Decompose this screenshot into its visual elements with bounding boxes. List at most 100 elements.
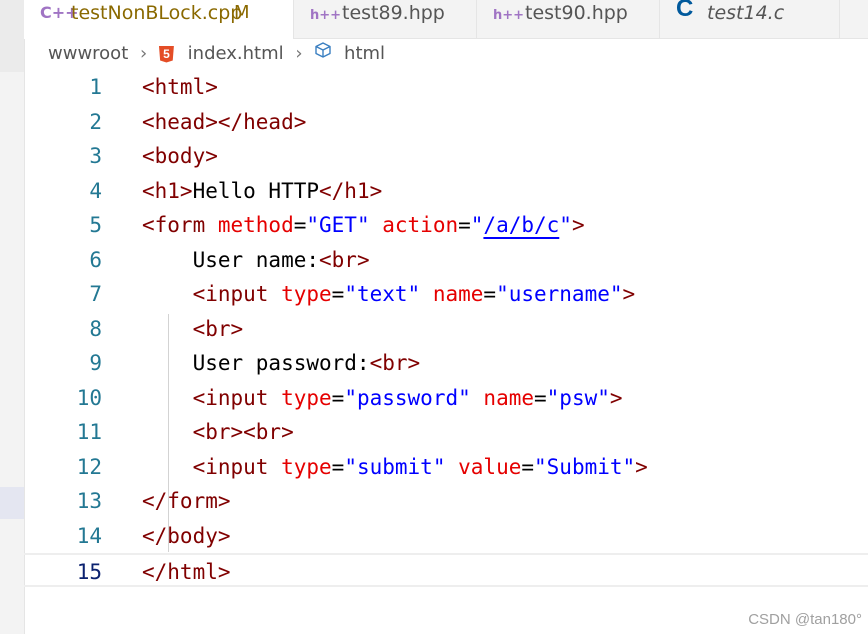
code-token-tag: <br><br> [192,420,294,444]
code-line[interactable]: 4 <h1>Hello HTTP</h1> [24,174,868,208]
line-number: 12 [76,454,102,479]
breadcrumb-symbol[interactable]: html [344,41,385,67]
code-line[interactable]: 2 <head></head> [24,105,868,139]
code-text: </form> [142,484,231,518]
code-token-tag: > [571,213,585,237]
activity-strip-selection [0,487,24,519]
tab-test14-c[interactable]: C test14.c [660,0,840,38]
line-number: 2 [89,109,102,134]
editor-tab-bar: C++ testNonBLock.cpp M h++ test89.hpp h+… [24,0,868,39]
code-token-tag: <h1> [142,178,193,203]
code-text: <html> [142,70,218,104]
code-line[interactable]: 5 <form method="GET" action="/a/b/c"> [24,208,868,242]
code-text: <input type="submit" value="Submit"> [142,450,648,484]
code-token-str: "text" [344,282,421,306]
code-token-tag: <body> [142,144,218,168]
line-number: 3 [89,144,102,168]
code-token-txt: = [483,282,497,306]
code-text: </html> [142,555,231,589]
code-line[interactable]: 1 <html> [24,70,868,104]
code-token-txt: = [521,454,535,479]
code-token-str: "submit" [344,454,446,479]
tab-label: test90.hpp [525,2,628,24]
code-token-tag: <input [192,385,282,410]
tab-test89-hpp[interactable]: h++ test89.hpp [294,0,477,38]
activity-strip-top [0,0,24,72]
code-token-str: " [559,213,572,237]
code-text: <h1>Hello HTTP</h1> [142,174,382,208]
hpp-file-icon: h++ [310,8,342,23]
code-line[interactable]: 10 <input type="password" name="psw"> [24,381,868,415]
line-number: 14 [76,523,102,548]
breadcrumb-file[interactable]: index.html [188,41,284,67]
code-line[interactable]: 12 <input type="submit" value="Submit"> [24,450,868,484]
code-token-attr: name [483,385,534,410]
code-line[interactable]: 11 <br><br> [24,415,868,449]
code-token-tag: </body> [142,523,231,548]
code-text: <input type="password" name="psw"> [142,381,623,415]
code-editor[interactable]: 1 <html> 2 <head></head> 3 <body> 4 <h1>Hello H… [24,70,868,590]
c-file-icon: C [676,0,694,22]
code-line[interactable]: 8 <br> [24,312,868,346]
tab-label: test14.c [707,2,785,24]
tab-label: testNonBLock.cpp [71,2,243,24]
code-token-tag: <input [192,282,282,306]
code-token-tag: <br> [369,351,421,375]
code-token-txt: Hello HTTP [192,178,320,203]
tab-label: test89.hpp [342,2,445,24]
code-line[interactable]: 7 <input type="text" name="username"> [24,277,868,311]
code-text: <head></head> [142,105,306,139]
breadcrumb: wwwroot › 5 index.html › html [48,41,385,67]
code-text: User password:<br> [142,346,421,380]
code-token-tag: </html> [142,560,231,584]
code-token-tag: <html> [142,75,218,99]
code-text: <form method="GET" action="/a/b/c"> [142,208,585,242]
code-text: <input type="text" name="username"> [142,277,636,311]
code-token-attr: name [432,282,484,306]
tab-test90-hpp[interactable]: h++ test90.hpp [477,0,660,38]
breadcrumb-folder[interactable]: wwwroot [48,41,128,67]
tab-testnonblock-cpp[interactable]: C++ testNonBLock.cpp M [24,0,294,39]
cube-icon [314,41,332,67]
code-line[interactable]: 14 </body> [24,519,868,553]
code-line[interactable]: 15 </html> [24,553,868,587]
code-token-tag: > [622,282,636,306]
code-token-txt: = [331,454,345,479]
code-token-tag: <br> [319,247,370,272]
code-token-tag: <input [192,454,282,479]
chevron-right-icon: › [140,43,148,64]
code-line[interactable]: 6 User name:<br> [24,243,868,277]
code-token-attr: action [382,213,459,237]
line-number: 4 [89,178,102,203]
code-line[interactable]: 13 </form> [24,484,868,518]
code-token-txt: = [331,282,345,306]
code-token-link[interactable]: /a/b/c [483,213,559,237]
code-token-attr: value [458,454,522,479]
line-number: 1 [89,75,102,99]
line-number: 6 [89,247,102,272]
line-number: 11 [76,420,102,444]
code-token-str: "GET" [306,213,370,237]
line-number: 9 [89,351,102,375]
code-line[interactable]: 3 <body> [24,139,868,173]
code-line[interactable]: 9 User password:<br> [24,346,868,380]
code-text: <br><br> [142,415,294,449]
line-number: 15 [76,560,102,584]
code-text: <body> [142,139,218,173]
line-number: 5 [89,213,102,237]
code-token-txt: = [293,213,307,237]
modified-indicator: M [234,2,250,23]
chevron-right-icon: › [295,43,303,64]
code-text: <br> [142,312,244,346]
code-token-str: "password" [344,385,471,410]
code-token-attr: type [281,282,332,306]
hpp-file-icon: h++ [493,8,525,23]
line-number: 7 [89,282,102,306]
code-token-txt: User password: [142,351,370,375]
